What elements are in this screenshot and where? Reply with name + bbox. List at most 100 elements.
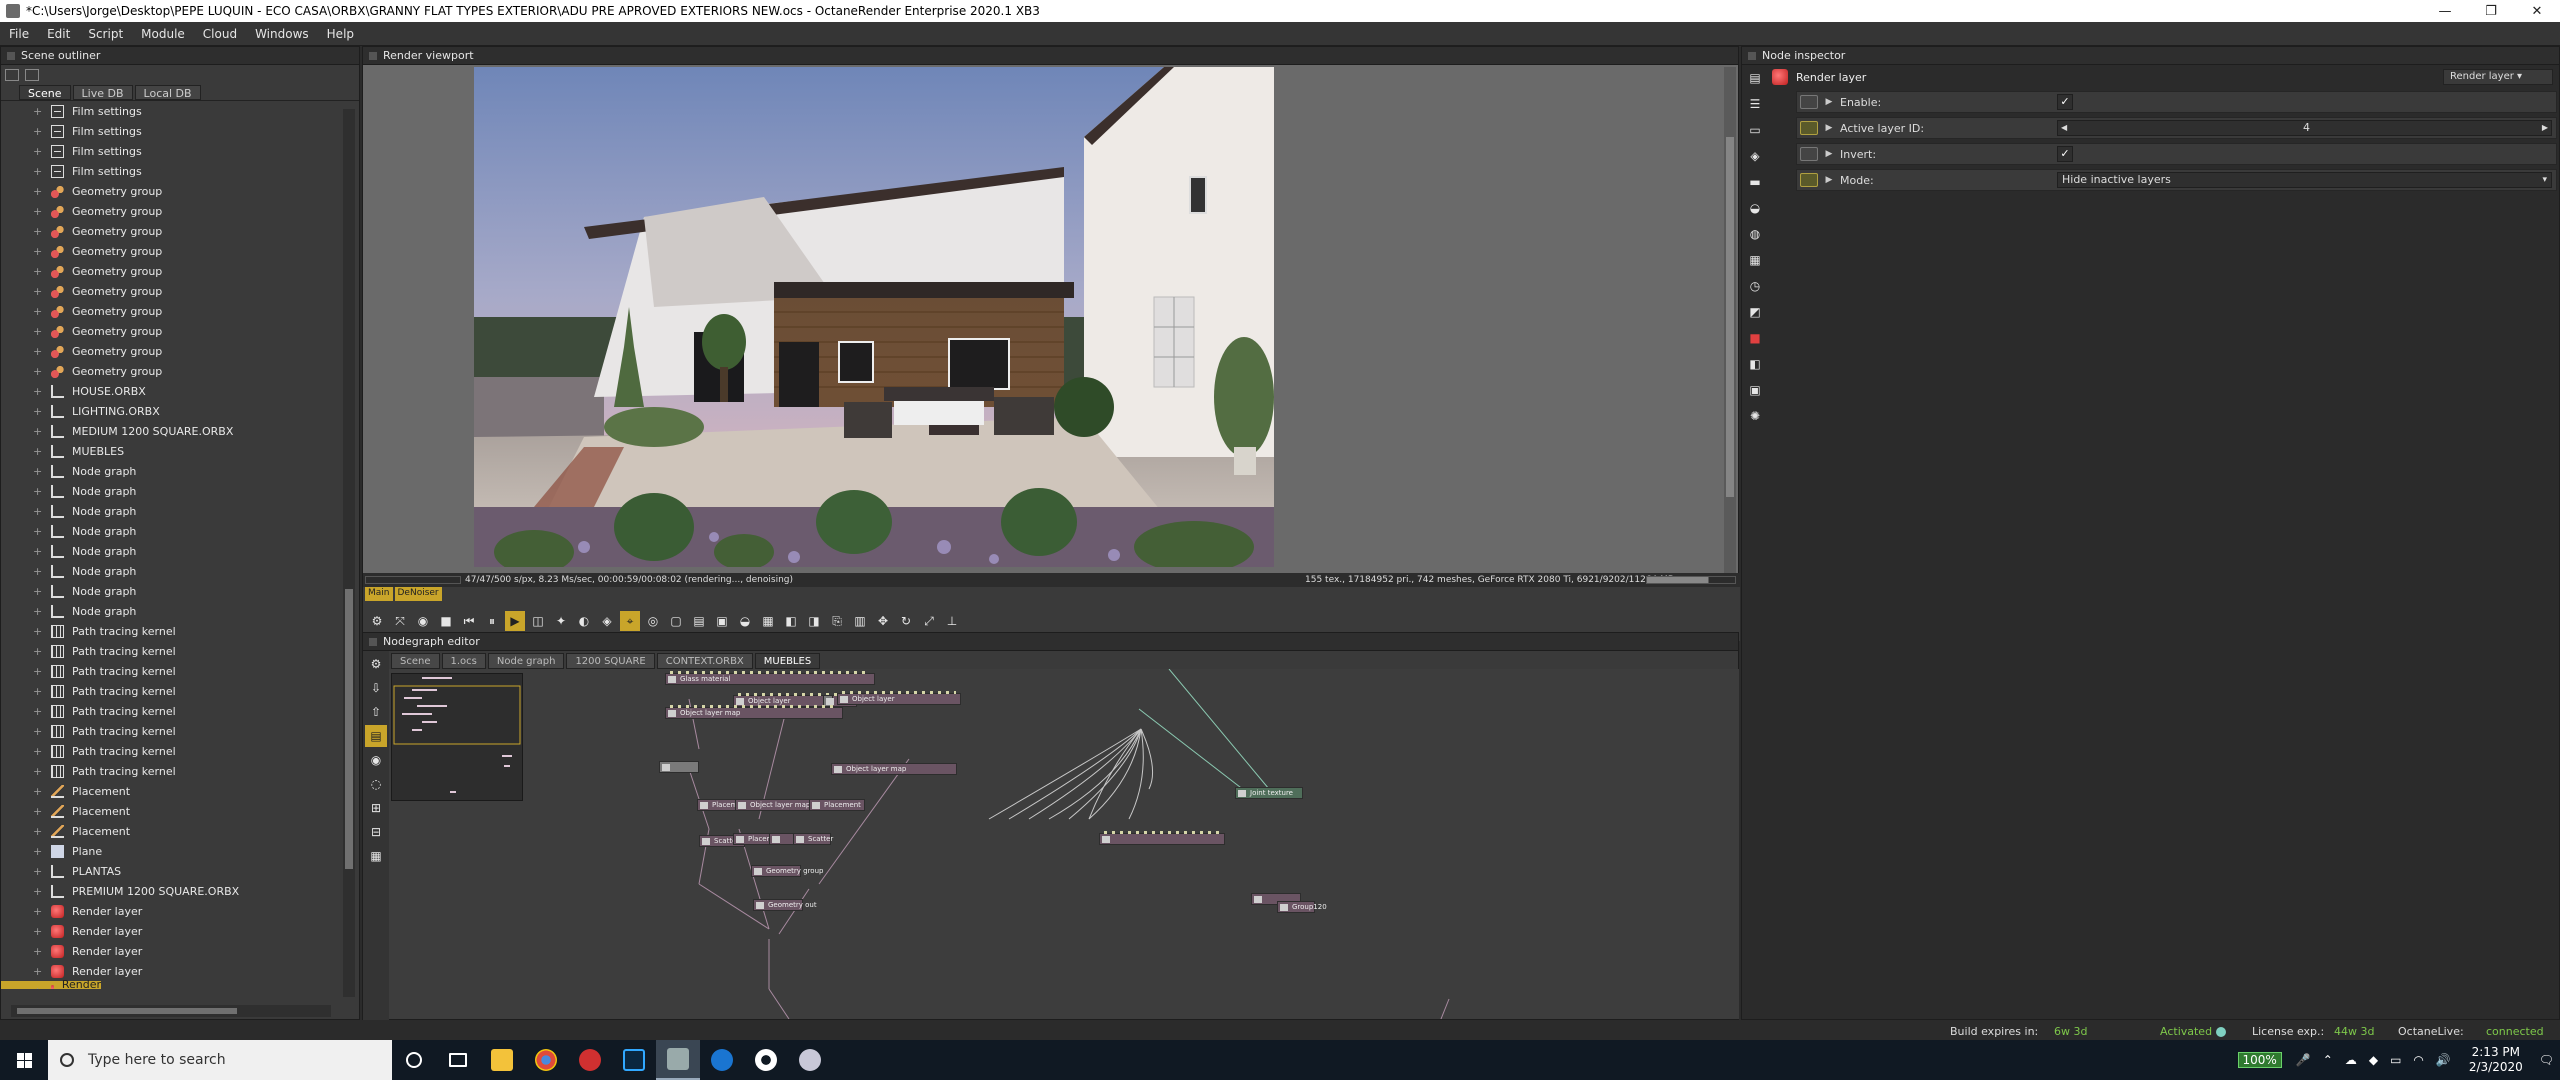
- outliner-item[interactable]: + Node graph: [1, 461, 341, 481]
- region-render-icon[interactable]: ▢: [666, 611, 686, 631]
- chrome-button[interactable]: [524, 1040, 568, 1080]
- kernel-icon[interactable]: ▦: [1744, 249, 1766, 271]
- ungroup-nodes-icon[interactable]: ◌: [365, 773, 387, 795]
- inspector-row-enable[interactable]: ▶ Enable: ✓: [1796, 91, 2557, 113]
- film-region-icon[interactable]: ▤: [689, 611, 709, 631]
- expand-plus-icon[interactable]: +: [33, 205, 42, 218]
- start-button[interactable]: [0, 1040, 48, 1080]
- copy-clipboard-icon[interactable]: ⎘: [827, 611, 847, 631]
- node-scatter[interactable]: Scatter: [793, 833, 833, 845]
- expand-all-icon[interactable]: [5, 69, 19, 81]
- geometry-icon[interactable]: ◩: [1744, 301, 1766, 323]
- outliner-item[interactable]: + Geometry group: [1, 221, 341, 241]
- expand-plus-icon[interactable]: +: [33, 525, 42, 538]
- menu-help[interactable]: Help: [318, 27, 363, 41]
- white-balance-icon[interactable]: ◐: [574, 611, 594, 631]
- world-axis-icon[interactable]: ⊥: [942, 611, 962, 631]
- outliner-item[interactable]: + PREMIUM 1200 SQUARE.ORBX: [1, 881, 341, 901]
- expand-plus-icon[interactable]: +: [33, 965, 42, 978]
- expand-plus-icon[interactable]: +: [33, 265, 42, 278]
- node-output[interactable]: [659, 761, 699, 773]
- expand-arrow-icon[interactable]: ▶: [1822, 123, 1836, 133]
- octane-node-icon[interactable]: ⚙: [365, 653, 387, 675]
- clay-mode-icon[interactable]: ◒: [735, 611, 755, 631]
- menu-edit[interactable]: Edit: [38, 27, 79, 41]
- gizmo-scale-icon[interactable]: ⤢: [919, 611, 939, 631]
- task-view-button[interactable]: [436, 1040, 480, 1080]
- group-nodes-icon[interactable]: ◉: [365, 749, 387, 771]
- tab-live-db[interactable]: Live DB: [72, 85, 133, 100]
- material-icon[interactable]: ◍: [1744, 223, 1766, 245]
- panel-grip-icon[interactable]: [1748, 51, 1756, 60]
- outliner-item[interactable]: + Geometry group: [1, 201, 341, 221]
- inspector-list-icon[interactable]: ☰: [1744, 93, 1766, 115]
- nodegraph-canvas[interactable]: Glass material Object layer Object layer…: [389, 669, 1739, 1019]
- object-picker-icon[interactable]: ⌖: [620, 611, 640, 631]
- mic-icon[interactable]: 🎤: [2296, 1053, 2311, 1067]
- chevron-up-icon[interactable]: ⌃: [2323, 1053, 2333, 1067]
- realtime-icon[interactable]: ◫: [528, 611, 548, 631]
- outliner-item[interactable]: + Node graph: [1, 521, 341, 541]
- cortana-button[interactable]: [392, 1040, 436, 1080]
- teamviewer-button[interactable]: [700, 1040, 744, 1080]
- outliner-item[interactable]: + Film settings: [1, 161, 341, 181]
- inspector-pin-icon[interactable]: ▤: [1744, 67, 1766, 89]
- increment-arrow-icon[interactable]: ▶: [2542, 121, 2548, 135]
- node-pin-icon[interactable]: [1800, 173, 1818, 187]
- inspector-row-active-layer-id[interactable]: ▶ Active layer ID: ◀ 4 ▶: [1796, 117, 2557, 139]
- outliner-item[interactable]: + Node graph: [1, 541, 341, 561]
- collapse-all-icon[interactable]: [25, 69, 39, 81]
- node-pin-icon[interactable]: [1800, 121, 1818, 135]
- decrement-arrow-icon[interactable]: ◀: [2061, 121, 2067, 135]
- outliner-item[interactable]: + Path tracing kernel: [1, 661, 341, 681]
- recenter-icon[interactable]: ⤧: [390, 611, 410, 631]
- expand-plus-icon[interactable]: +: [33, 885, 42, 898]
- pause-render-icon[interactable]: ⏸: [482, 611, 502, 631]
- inspector-node-name[interactable]: Render layer: [1796, 71, 1866, 84]
- image-icon[interactable]: ▭: [1744, 119, 1766, 141]
- expand-plus-icon[interactable]: +: [33, 165, 42, 178]
- rearrange-icon[interactable]: ⊞: [365, 797, 387, 819]
- battery-indicator[interactable]: 100%: [2237, 1052, 2282, 1068]
- node-geometry-out[interactable]: Geometry out: [753, 899, 817, 911]
- outliner-item[interactable]: + Path tracing kernel: [1, 681, 341, 701]
- delete-node-icon[interactable]: ⊟: [365, 821, 387, 843]
- tab-main-pass[interactable]: Main: [365, 587, 393, 601]
- file-explorer-button[interactable]: [480, 1040, 524, 1080]
- mode-select[interactable]: Hide inactive layers ▾: [2057, 172, 2552, 188]
- outliner-item[interactable]: + Path tracing kernel: [1, 741, 341, 761]
- outliner-item[interactable]: + Film settings: [1, 141, 341, 161]
- expand-plus-icon[interactable]: +: [33, 345, 42, 358]
- decal-icon[interactable]: ◧: [781, 611, 801, 631]
- environment-icon[interactable]: ▬: [1744, 171, 1766, 193]
- restart-render-icon[interactable]: ⏮: [459, 611, 479, 631]
- panel-grip-icon[interactable]: [369, 51, 377, 60]
- outliner-item[interactable]: + Path tracing kernel: [1, 761, 341, 781]
- tab-node-graph[interactable]: Node graph: [487, 653, 565, 669]
- outliner-item[interactable]: + Geometry group: [1, 321, 341, 341]
- expand-plus-icon[interactable]: +: [33, 585, 42, 598]
- outliner-item[interactable]: + Geometry group: [1, 341, 341, 361]
- menu-file[interactable]: File: [0, 27, 38, 41]
- outliner-item[interactable]: + Node graph: [1, 581, 341, 601]
- minimize-button[interactable]: —: [2422, 0, 2468, 22]
- panel-grip-icon[interactable]: [7, 51, 15, 60]
- outliner-item[interactable]: + Geometry group: [1, 301, 341, 321]
- expand-plus-icon[interactable]: +: [33, 705, 42, 718]
- expand-plus-icon[interactable]: +: [33, 385, 42, 398]
- expand-plus-icon[interactable]: +: [33, 325, 42, 338]
- expand-plus-icon[interactable]: +: [33, 985, 42, 990]
- outliner-item[interactable]: + Path tracing kernel: [1, 621, 341, 641]
- expand-plus-icon[interactable]: +: [33, 245, 42, 258]
- tab-muebles[interactable]: MUEBLES: [754, 653, 821, 669]
- outliner-item[interactable]: + Geometry group: [1, 281, 341, 301]
- outliner-item[interactable]: + Node graph: [1, 601, 341, 621]
- aov-icon[interactable]: ◧: [1744, 353, 1766, 375]
- chevron-down-icon[interactable]: ▾: [2542, 173, 2547, 187]
- notifications-icon[interactable]: 🗨: [2539, 1053, 2554, 1067]
- expand-plus-icon[interactable]: +: [33, 145, 42, 158]
- graph-grid-icon[interactable]: ▦: [365, 845, 387, 867]
- expand-plus-icon[interactable]: +: [33, 925, 42, 938]
- outliner-item[interactable]: + Path tracing kernel: [1, 641, 341, 661]
- settings-button[interactable]: [744, 1040, 788, 1080]
